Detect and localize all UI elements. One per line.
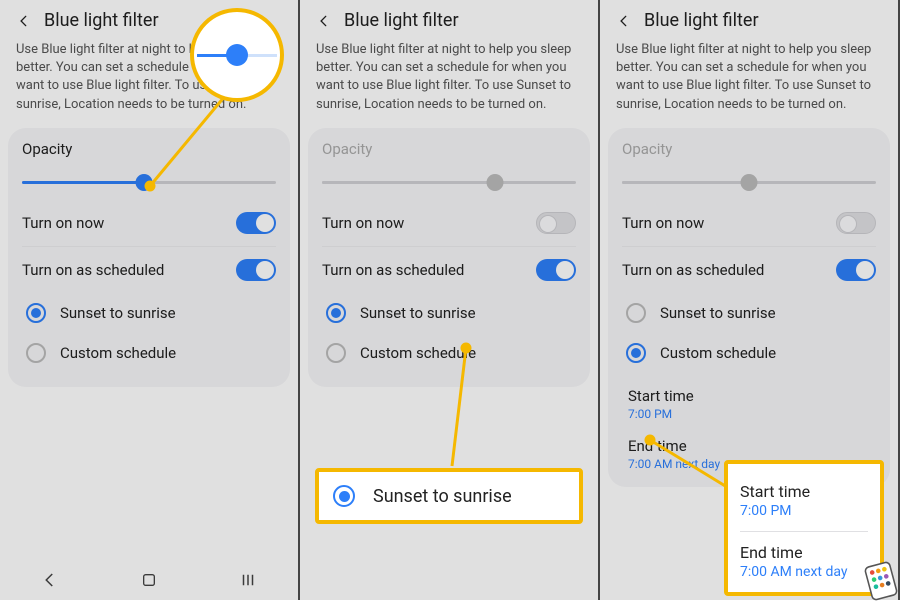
callout-end-value: 7:00 AM next day [740,564,868,580]
callout-start-value: 7:00 PM [740,503,868,519]
callout-sunset-option: Sunset to sunrise [315,468,583,524]
callout-start-label: Start time [740,482,868,501]
radio-icon [333,485,355,507]
radio-label: Custom schedule [60,344,176,362]
nav-recent-icon[interactable] [239,571,257,589]
callout-label: Sunset to sunrise [373,486,512,507]
screenshot-pane-2: Blue light filter Use Blue light filter … [300,0,600,600]
nav-back-icon[interactable] [41,571,59,589]
watermark-icon [860,560,900,602]
radio-icon [26,303,46,323]
nav-home-icon[interactable] [141,572,157,588]
screenshot-pane-1: Blue light filter Use Blue light filter … [0,0,300,600]
android-navbar [0,560,298,600]
radio-icon [26,343,46,363]
callout-slider-thumb [190,8,284,102]
screenshot-pane-3: Blue light filter Use Blue light filter … [600,0,900,600]
schedule-option-custom[interactable]: Custom schedule [22,333,276,373]
radio-label: Sunset to sunrise [60,304,176,322]
callout-end-label: End time [740,543,868,562]
